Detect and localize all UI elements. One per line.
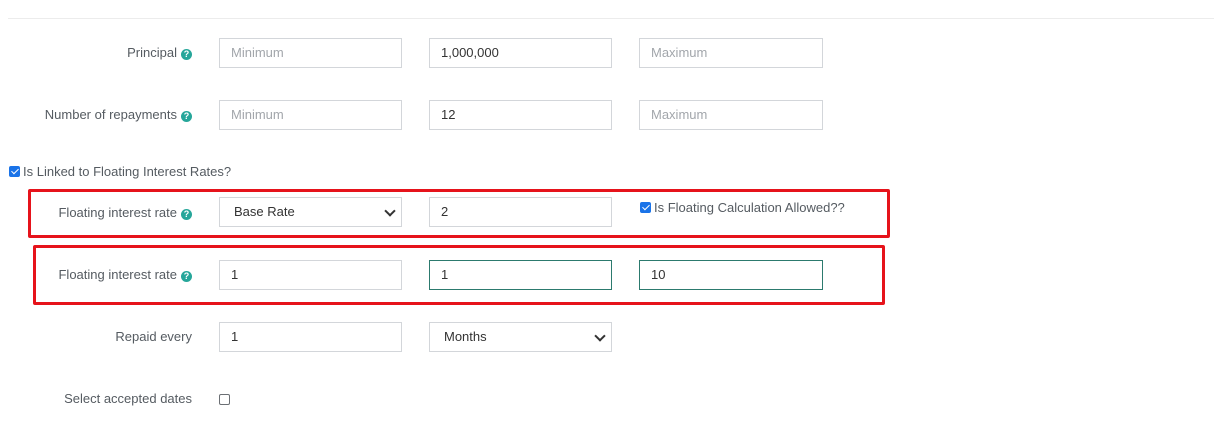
floating-rate-min-input[interactable]: 1 [219, 260, 402, 290]
repayments-label: Number of repayments? [45, 107, 192, 122]
repaid-every-unit-select[interactable]: Months [429, 322, 612, 352]
principal-default-input[interactable]: 1,000,000 [429, 38, 612, 68]
floating-rate-label: Floating interest rate? [58, 205, 192, 220]
floating-calc-allowed-checkbox[interactable] [640, 202, 651, 213]
floating-calc-allowed-label: Is Floating Calculation Allowed?? [654, 200, 845, 215]
repaid-every-label: Repaid every [115, 329, 192, 344]
accepted-dates-label: Select accepted dates [64, 391, 192, 406]
floating-link-label: Is Linked to Floating Interest Rates? [23, 164, 232, 179]
help-icon[interactable]: ? [181, 271, 192, 282]
floating-link-checkbox[interactable] [9, 166, 20, 177]
help-icon[interactable]: ? [181, 49, 192, 60]
help-icon[interactable]: ? [181, 209, 192, 220]
floating-rate-differential-input[interactable]: 2 [429, 197, 612, 227]
repayments-default-input[interactable]: 12 [429, 100, 612, 130]
help-icon[interactable]: ? [181, 111, 192, 122]
section-divider [8, 18, 1214, 19]
floating-rate-select[interactable]: Base Rate [219, 197, 402, 227]
principal-min-input[interactable]: Minimum [219, 38, 402, 68]
repaid-every-input[interactable]: 1 [219, 322, 402, 352]
floating-rate-max-input[interactable]: 10 [639, 260, 823, 290]
floating-rate-default-input[interactable]: 1 [429, 260, 612, 290]
accepted-dates-checkbox[interactable] [219, 394, 230, 405]
principal-label: Principal? [127, 45, 192, 60]
principal-max-input[interactable]: Maximum [639, 38, 823, 68]
repayments-max-input[interactable]: Maximum [639, 100, 823, 130]
repayments-min-input[interactable]: Minimum [219, 100, 402, 130]
floating-rate-label: Floating interest rate? [58, 267, 192, 282]
